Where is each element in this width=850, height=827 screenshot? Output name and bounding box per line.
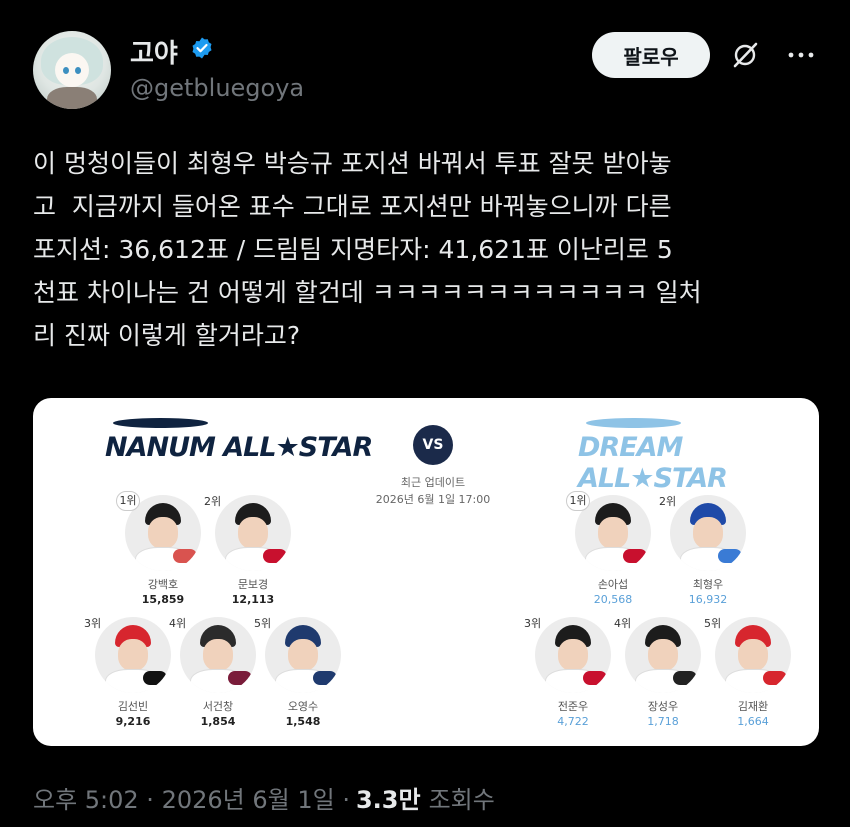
player-name: 문보경	[237, 578, 269, 591]
attached-image-card[interactable]: NANUM ALL★STAR DREAM ALL★STAR VS 최근 업데이트…	[33, 398, 819, 746]
nanum-player-card[interactable]: 4위 서건창 1,854	[169, 617, 263, 728]
player-name: 전준우	[557, 700, 589, 713]
nanum-player-card[interactable]: 3위 김선빈 9,216	[84, 617, 178, 728]
update-label: 최근 업데이트	[400, 476, 466, 489]
player-rank: 4위	[614, 617, 632, 630]
player-name: 서건창	[202, 700, 234, 713]
player-photo	[715, 617, 791, 693]
nanum-player-card[interactable]: 5위 오영수 1,548	[254, 617, 348, 728]
team-badge-icon	[313, 671, 337, 685]
team-badge-icon	[173, 549, 197, 563]
player-photo	[180, 617, 256, 693]
nanum-logo-swoosh	[113, 418, 208, 428]
player-name: 장성우	[647, 700, 679, 713]
player-head	[558, 639, 588, 671]
avatar-eye	[63, 67, 69, 74]
player-votes: 16,932	[688, 593, 728, 606]
player-name: 손아섭	[597, 578, 629, 591]
player-votes: 9,216	[115, 715, 151, 728]
team-badge-icon	[673, 671, 697, 685]
player-head	[738, 639, 768, 671]
player-head	[148, 517, 178, 549]
player-rank: 1위	[116, 491, 140, 511]
update-time: 2026년 6월 1일 17:00	[375, 493, 491, 506]
player-votes: 4,722	[557, 715, 589, 728]
dream-player-card[interactable]: 1위 손아섭 20,568	[566, 491, 658, 606]
player-votes: 1,664	[737, 715, 769, 728]
timestamp[interactable]: 오후 5:02 · 2026년 6월 1일 ·	[33, 780, 350, 815]
player-name: 김재환	[737, 700, 769, 713]
player-votes: 1,854	[200, 715, 236, 728]
team-badge-icon	[228, 671, 252, 685]
player-photo	[670, 495, 746, 571]
player-head	[203, 639, 233, 671]
views-count: 3.3만	[355, 786, 421, 814]
user-handle[interactable]: @getbluegoya	[130, 74, 304, 102]
player-rank: 3위	[524, 617, 542, 630]
verified-badge-icon[interactable]	[190, 36, 214, 60]
player-rank: 5위	[254, 617, 272, 630]
nanum-all-star-logo: NANUM ALL★STAR	[105, 432, 373, 463]
player-votes: 1,718	[647, 715, 679, 728]
player-head	[598, 517, 628, 549]
player-photo	[215, 495, 291, 571]
player-head	[288, 639, 318, 671]
views-label: 조회수	[428, 786, 495, 814]
avatar[interactable]	[33, 31, 111, 109]
player-photo	[535, 617, 611, 693]
display-name[interactable]: 고야	[130, 33, 178, 70]
team-badge-icon	[763, 671, 787, 685]
nanum-player-card[interactable]: 2위 문보경 12,113	[204, 495, 298, 606]
player-rank: 4위	[169, 617, 187, 630]
player-rank: 3위	[84, 617, 102, 630]
dream-player-card[interactable]: 3위 전준우 4,722	[524, 617, 618, 728]
dream-all-star-logo: DREAM ALL★STAR	[578, 432, 728, 494]
team-badge-icon	[583, 671, 607, 685]
team-badge-icon	[143, 671, 167, 685]
player-rank: 5위	[704, 617, 722, 630]
player-name: 김선빈	[117, 700, 149, 713]
player-votes: 15,859	[141, 593, 185, 606]
player-name: 최형우	[692, 578, 724, 591]
player-photo	[265, 617, 341, 693]
avatar-face	[55, 53, 89, 87]
player-head	[118, 639, 148, 671]
follow-button[interactable]: 팔로우	[592, 32, 710, 78]
player-rank: 2위	[659, 495, 677, 508]
player-name: 오영수	[287, 700, 319, 713]
player-votes: 1,548	[285, 715, 321, 728]
player-votes: 12,113	[231, 593, 275, 606]
tweet-meta: 오후 5:02 · 2026년 6월 1일 · 3.3만 조회수	[33, 780, 495, 815]
player-photo	[625, 617, 701, 693]
player-name: 강백호	[147, 578, 179, 591]
tweet-text: 이 멍청이들이 최형우 박승규 포지션 바꿔서 투표 잘못 받아놓 고 지금까지…	[33, 149, 702, 350]
grok-icon[interactable]	[730, 40, 760, 70]
player-head	[693, 517, 723, 549]
team-badge-icon	[623, 549, 647, 563]
player-head	[648, 639, 678, 671]
nanum-player-card[interactable]: 1위 강백호 15,859	[116, 491, 208, 606]
dream-player-card[interactable]: 4위 장성우 1,718	[614, 617, 708, 728]
player-photo	[95, 617, 171, 693]
dream-logo-swoosh	[586, 418, 681, 428]
player-rank: 1위	[566, 491, 590, 511]
dream-player-card[interactable]: 2위 최형우 16,932	[659, 495, 753, 606]
team-badge-icon	[263, 549, 287, 563]
team-badge-icon	[718, 549, 742, 563]
player-votes: 20,568	[593, 593, 633, 606]
avatar-coat	[47, 87, 97, 109]
player-head	[238, 517, 268, 549]
more-options-icon[interactable]	[786, 50, 816, 60]
player-rank: 2위	[204, 495, 222, 508]
dream-player-card[interactable]: 5위 김재환 1,664	[704, 617, 798, 728]
vs-badge: VS	[413, 425, 453, 465]
avatar-eye	[75, 67, 81, 74]
